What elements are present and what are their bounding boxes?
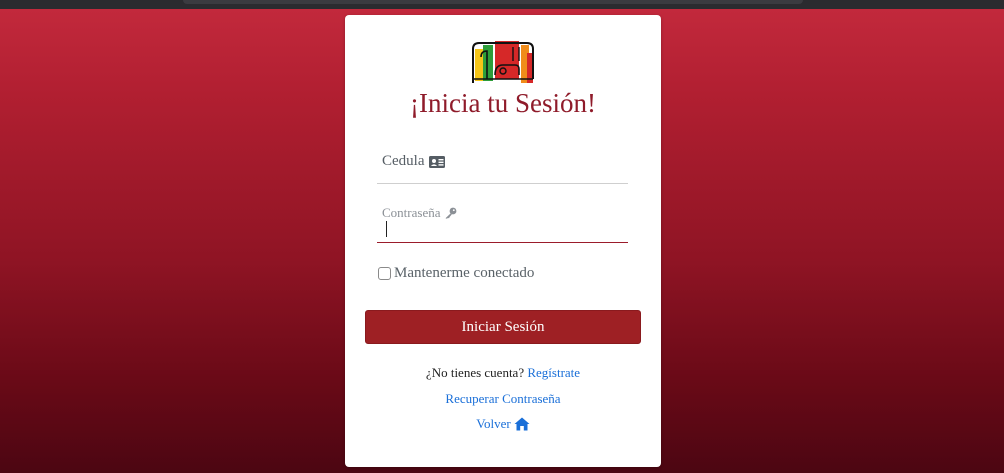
login-button[interactable]: Iniciar Sesión <box>365 310 641 344</box>
remember-me-row[interactable]: Mantenerme conectado <box>378 265 534 282</box>
cedula-field[interactable]: Cedula <box>377 149 628 184</box>
recover-password-link[interactable]: Recuperar Contraseña <box>445 391 560 406</box>
cedula-input[interactable] <box>377 149 628 183</box>
remember-me-checkbox[interactable] <box>378 267 391 280</box>
browser-top-bar <box>0 0 1004 9</box>
back-row: Volver <box>345 416 661 432</box>
no-account-text: ¿No tienes cuenta? <box>425 365 525 380</box>
register-link[interactable]: Regístrate <box>527 365 580 380</box>
register-row: ¿No tienes cuenta? Regístrate <box>345 365 661 381</box>
recover-row: Recuperar Contraseña <box>345 391 661 407</box>
home-icon <box>514 417 530 431</box>
back-link-label: Volver <box>476 416 511 431</box>
browser-address-strip <box>183 0 803 4</box>
back-link[interactable]: Volver <box>476 416 530 432</box>
page-title: ¡Inicia tu Sesión! <box>410 88 596 118</box>
bookshelf-logo-icon <box>472 41 534 83</box>
password-field[interactable]: Contraseña <box>377 203 628 243</box>
password-input[interactable] <box>377 203 628 242</box>
login-card: ¡Inicia tu Sesión! Cedula Contraseña Man… <box>345 15 661 467</box>
remember-me-label[interactable]: Mantenerme conectado <box>394 265 534 282</box>
